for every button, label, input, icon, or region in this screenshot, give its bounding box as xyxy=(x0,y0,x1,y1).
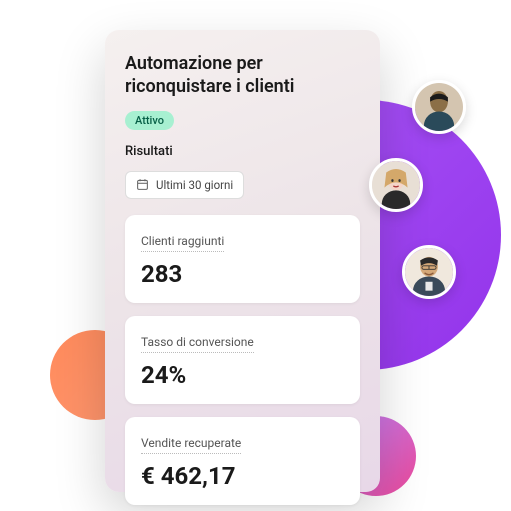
stat-value: 24% xyxy=(141,361,344,389)
avatar xyxy=(402,245,456,299)
stat-label[interactable]: Tasso di conversione xyxy=(141,335,254,353)
stat-value: € 462,17 xyxy=(141,462,344,490)
avatar xyxy=(369,158,423,212)
stat-value: 283 xyxy=(141,260,344,288)
stat-card-reached: Clienti raggiunti 283 xyxy=(125,215,360,303)
results-label: Risultati xyxy=(125,144,360,159)
stat-label[interactable]: Vendite recuperate xyxy=(141,436,241,454)
stat-card-conversion: Tasso di conversione 24% xyxy=(125,316,360,404)
card-title: Automazione per riconquistare i clienti xyxy=(125,52,360,99)
date-range-label: Ultimi 30 giorni xyxy=(156,178,233,192)
stat-card-sales: Vendite recuperate € 462,17 xyxy=(125,417,360,505)
automation-results-card: Automazione per riconquistare i clienti … xyxy=(105,30,380,492)
date-range-picker[interactable]: Ultimi 30 giorni xyxy=(125,171,244,199)
avatar xyxy=(412,80,466,134)
calendar-icon xyxy=(136,178,149,191)
stat-label[interactable]: Clienti raggiunti xyxy=(141,234,224,252)
status-badge: Attivo xyxy=(125,111,174,130)
